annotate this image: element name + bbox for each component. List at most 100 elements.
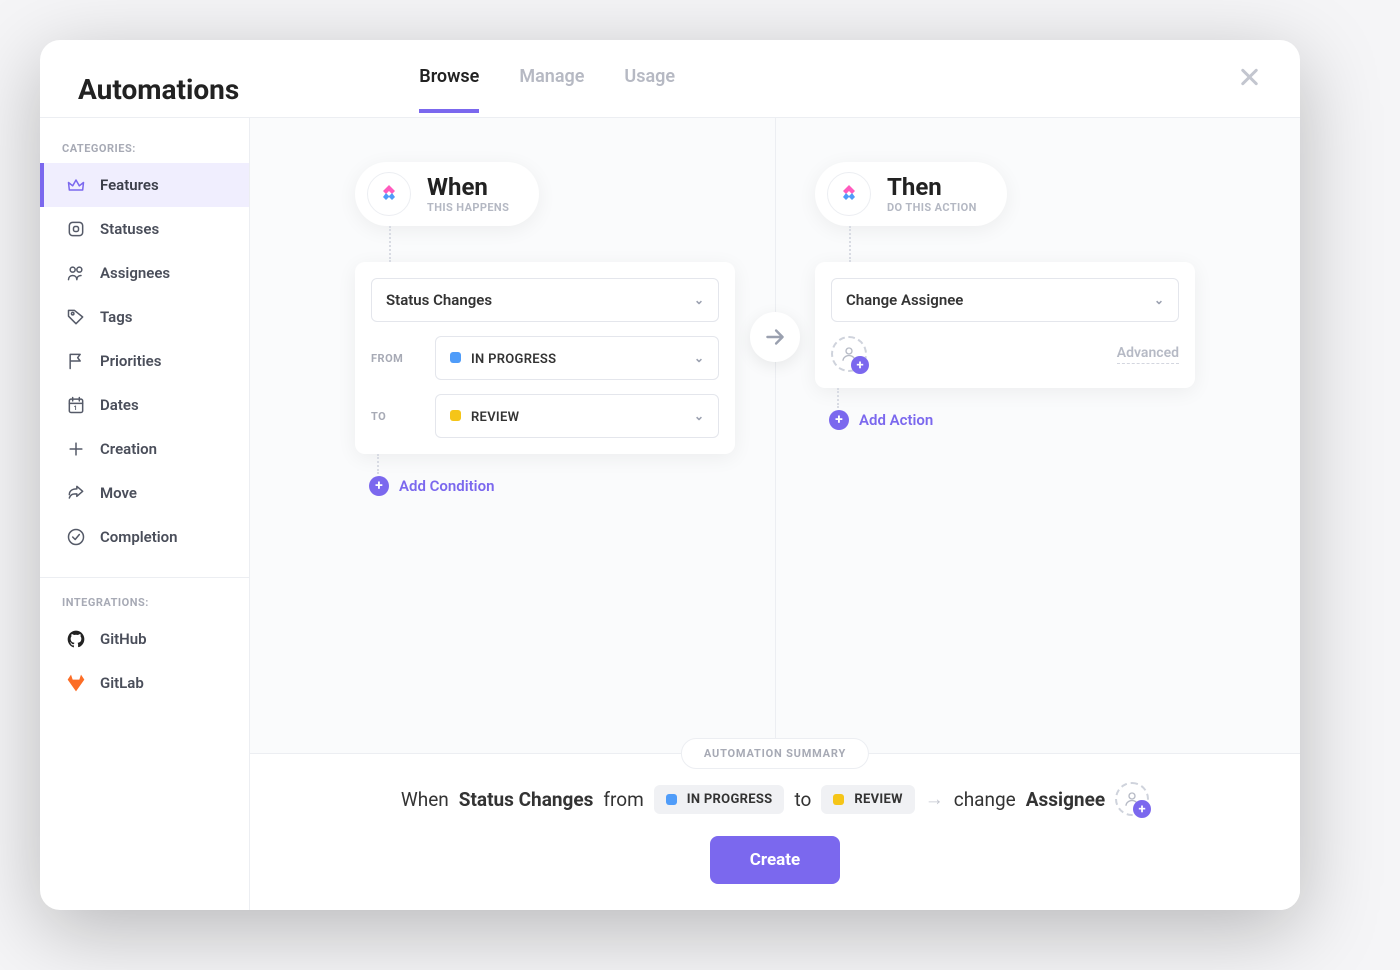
main-panel: When THIS HAPPENS Status Changes ⌄ FROM: [250, 118, 1300, 910]
sidebar-item-label: GitHub: [100, 630, 147, 648]
sidebar-item-tags[interactable]: Tags: [40, 295, 249, 339]
connector-line: [389, 226, 391, 262]
then-title: Then: [887, 175, 977, 199]
chevron-down-icon: ⌄: [1154, 293, 1164, 307]
automation-builder: When THIS HAPPENS Status Changes ⌄ FROM: [250, 118, 1300, 753]
sidebar-item-github[interactable]: GitHub: [40, 617, 249, 661]
from-label: FROM: [371, 352, 421, 365]
sidebar-item-gitlab[interactable]: GitLab: [40, 661, 249, 705]
from-row: FROM IN PROGRESS ⌄: [371, 336, 719, 380]
sidebar-item-creation[interactable]: Creation: [40, 427, 249, 471]
add-condition-button[interactable]: + Add Condition: [369, 476, 735, 496]
integrations-heading: INTEGRATIONS:: [40, 596, 249, 617]
sidebar-item-label: Features: [100, 176, 159, 194]
then-body: + Advanced: [831, 336, 1179, 372]
status-dot-blue: [450, 352, 461, 363]
plus-circle-icon: +: [369, 476, 389, 496]
tab-manage[interactable]: Manage: [519, 66, 584, 113]
to-value: REVIEW: [471, 410, 519, 425]
summary-text: When Status Changes from IN PROGRESS to …: [290, 782, 1260, 816]
when-header: When THIS HAPPENS: [355, 162, 539, 226]
vertical-divider: [775, 118, 776, 753]
sidebar-item-label: Tags: [100, 308, 133, 326]
close-icon[interactable]: [1236, 64, 1262, 90]
chevron-down-icon: ⌄: [694, 351, 704, 365]
chevron-down-icon: ⌄: [694, 409, 704, 423]
to-label: TO: [371, 410, 421, 423]
connector-line: [837, 388, 839, 408]
tab-usage[interactable]: Usage: [624, 66, 675, 113]
when-card: Status Changes ⌄ FROM IN PROGRESS ⌄ TO: [355, 262, 735, 454]
sidebar-item-label: Assignees: [100, 264, 170, 282]
arrow-right-icon: →: [925, 787, 944, 811]
from-status-select[interactable]: IN PROGRESS ⌄: [435, 336, 719, 380]
chevron-down-icon: ⌄: [694, 293, 704, 307]
status-chip-in-progress: IN PROGRESS: [654, 785, 785, 814]
plus-circle-icon: +: [829, 410, 849, 430]
sidebar-item-features[interactable]: Features: [40, 163, 249, 207]
to-row: TO REVIEW ⌄: [371, 394, 719, 438]
sidebar-item-label: GitLab: [100, 674, 144, 692]
trigger-value: Status Changes: [386, 291, 492, 309]
sidebar-item-label: Creation: [100, 440, 157, 458]
trigger-select[interactable]: Status Changes ⌄: [371, 278, 719, 322]
github-icon: [66, 629, 86, 649]
sidebar-item-assignees[interactable]: Assignees: [40, 251, 249, 295]
flag-icon: [66, 351, 86, 371]
add-action-button[interactable]: + Add Action: [829, 410, 1195, 430]
add-action-label: Add Action: [859, 411, 933, 429]
modal-body: CATEGORIES: Features Statuses Assignees …: [40, 118, 1300, 910]
sidebar-item-completion[interactable]: Completion: [40, 515, 249, 559]
connector-line: [377, 454, 379, 474]
automation-summary: AUTOMATION SUMMARY When Status Changes f…: [250, 753, 1300, 910]
share-icon: [66, 483, 86, 503]
calendar-icon: 1: [66, 395, 86, 415]
when-subtitle: THIS HAPPENS: [427, 201, 509, 214]
plus-badge-icon: +: [851, 356, 869, 374]
clickup-logo-icon: [367, 172, 411, 216]
plus-badge-icon: +: [1133, 800, 1151, 818]
create-button[interactable]: Create: [710, 836, 840, 884]
people-icon: [66, 263, 86, 283]
sidebar-item-statuses[interactable]: Statuses: [40, 207, 249, 251]
when-column: When THIS HAPPENS Status Changes ⌄ FROM: [355, 162, 735, 496]
action-select[interactable]: Change Assignee ⌄: [831, 278, 1179, 322]
svg-text:1: 1: [74, 404, 78, 412]
add-assignee-button[interactable]: +: [831, 336, 867, 372]
gitlab-icon: [66, 673, 86, 693]
check-circle-icon: [66, 527, 86, 547]
modal-header: Automations Browse Manage Usage: [40, 40, 1300, 118]
add-condition-label: Add Condition: [399, 477, 494, 495]
from-value: IN PROGRESS: [471, 352, 556, 367]
sidebar-item-label: Statuses: [100, 220, 159, 238]
to-status-select[interactable]: REVIEW ⌄: [435, 394, 719, 438]
sidebar-item-priorities[interactable]: Priorities: [40, 339, 249, 383]
status-icon: [66, 219, 86, 239]
sidebar-item-label: Move: [100, 484, 137, 502]
sidebar-item-label: Dates: [100, 396, 139, 414]
sidebar-item-move[interactable]: Move: [40, 471, 249, 515]
sidebar-separator: [40, 577, 249, 578]
then-header: Then DO THIS ACTION: [815, 162, 1007, 226]
sidebar-item-label: Priorities: [100, 352, 161, 370]
status-chip-review: REVIEW: [821, 785, 914, 814]
summary-assignee-button[interactable]: +: [1115, 782, 1149, 816]
plus-icon: [66, 439, 86, 459]
modal-title: Automations: [78, 73, 239, 106]
clickup-logo-icon: [827, 172, 871, 216]
sidebar-item-dates[interactable]: 1 Dates: [40, 383, 249, 427]
crown-icon: [66, 175, 86, 195]
categories-heading: CATEGORIES:: [40, 142, 249, 163]
flow-arrow-icon: [750, 312, 800, 362]
when-title: When: [427, 175, 509, 199]
then-column: Then DO THIS ACTION Change Assignee ⌄: [815, 162, 1195, 430]
sidebar: CATEGORIES: Features Statuses Assignees …: [40, 118, 250, 910]
tab-browse[interactable]: Browse: [419, 66, 479, 113]
status-dot-yellow: [450, 410, 461, 421]
automations-modal: Automations Browse Manage Usage CATEGORI…: [40, 40, 1300, 910]
then-card: Change Assignee ⌄ + Advanced: [815, 262, 1195, 388]
advanced-link[interactable]: Advanced: [1117, 345, 1179, 364]
sidebar-item-label: Completion: [100, 528, 178, 546]
connector-line: [849, 226, 851, 262]
tag-icon: [66, 307, 86, 327]
